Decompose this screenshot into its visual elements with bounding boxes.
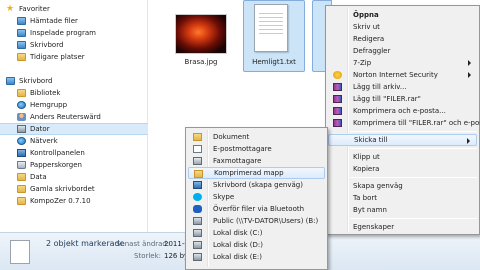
desktop-icon (193, 181, 202, 189)
homegroup-icon (17, 100, 26, 109)
desktop-icon (6, 76, 15, 85)
network-icon (17, 136, 26, 145)
sendto-desktop-shortcut[interactable]: Skrivbord (skapa genväg) (188, 179, 325, 191)
menu-separator (350, 148, 477, 149)
menu-separator (350, 177, 477, 178)
menu-compress-filer-email[interactable]: Komprimera till "FILER.rar" och e-post (328, 117, 480, 129)
navigation-pane: ★ Favoriter Hämtade filer Inspelade prog… (0, 0, 148, 232)
nav-desktop-header[interactable]: Skrivbord (6, 75, 52, 86)
recorded-tv-icon (17, 28, 26, 37)
menu-edit[interactable]: Redigera (328, 33, 477, 45)
menu-7zip[interactable]: 7-Zip (328, 57, 477, 69)
menu-send-to[interactable]: Skicka till (328, 134, 477, 146)
libraries-icon (17, 88, 26, 97)
winrar-icon (333, 95, 342, 103)
context-menu: Öppna Skriv ut Redigera Defraggler 7-Zip… (325, 5, 480, 235)
send-to-submenu: Dokument E-postmottagare Faxmottagare Ko… (185, 127, 328, 270)
text-document-icon[interactable] (254, 4, 288, 52)
sendto-documents[interactable]: Dokument (188, 131, 325, 143)
menu-rename[interactable]: Byt namn (328, 204, 477, 216)
computer-icon (17, 124, 26, 133)
selected-files-icon (10, 240, 30, 264)
user-icon (17, 112, 26, 121)
menu-cut[interactable]: Klipp ut (328, 151, 477, 163)
sendto-mail-recipient[interactable]: E-postmottagare (188, 143, 325, 155)
nav-item-network[interactable]: Nätverk (17, 135, 58, 146)
nav-item-recycle-bin[interactable]: Papperskorgen (17, 159, 82, 170)
nav-item-libraries[interactable]: Bibliotek (17, 87, 60, 98)
menu-separator (350, 218, 477, 219)
menu-delete[interactable]: Ta bort (328, 192, 477, 204)
sendto-drive-e[interactable]: Lokal disk (E:) (188, 251, 325, 263)
winrar-icon (333, 107, 342, 115)
norton-icon (333, 71, 342, 79)
menu-norton[interactable]: Norton Internet Security (328, 69, 477, 81)
size-label: Storlek: (134, 252, 162, 260)
sendto-public-drive[interactable]: Public (\\TV-DATOR\Users) (B:) (188, 215, 325, 227)
nav-item-homegroup[interactable]: Hemgrupp (17, 99, 67, 110)
menu-add-filer-rar[interactable]: Lägg till "FILER.rar" (328, 93, 477, 105)
nav-item-control-panel[interactable]: Kontrollpanelen (17, 147, 85, 158)
sendto-bluetooth[interactable]: Överför filer via Bluetooth (188, 203, 325, 215)
modified-label: Senast ändrad: (116, 240, 170, 248)
bluetooth-icon (193, 205, 202, 213)
recent-places-icon (17, 52, 26, 61)
nav-favorites-header[interactable]: ★ Favoriter (6, 3, 50, 14)
submenu-arrow-icon (467, 138, 470, 144)
menu-defraggler[interactable]: Defraggler (328, 45, 477, 57)
network-drive-icon (193, 217, 202, 225)
nav-item-computer[interactable]: Dator (17, 123, 50, 134)
winrar-icon (333, 119, 342, 127)
downloads-folder-icon (17, 16, 26, 25)
sendto-drive-d[interactable]: Lokal disk (D:) (188, 239, 325, 251)
mail-icon (193, 145, 202, 153)
menu-copy[interactable]: Kopiera (328, 163, 477, 175)
nav-item-downloads[interactable]: Hämtade filer (17, 15, 78, 26)
menu-open[interactable]: Öppna (328, 9, 477, 21)
folder-icon (17, 184, 26, 193)
nav-item-recent-places[interactable]: Tidigare platser (17, 51, 85, 62)
star-icon: ★ (6, 3, 15, 14)
drive-icon (193, 253, 202, 261)
sendto-drive-c[interactable]: Lokal disk (C:) (188, 227, 325, 239)
recycle-bin-icon (17, 160, 26, 169)
submenu-arrow-icon (468, 72, 471, 78)
menu-add-archive[interactable]: Lägg till arkiv... (328, 81, 477, 93)
skype-icon (193, 193, 202, 201)
sendto-compressed-folder[interactable]: Komprimerad mapp (188, 167, 325, 179)
folder-icon (193, 133, 202, 141)
file-label-brasa[interactable]: Brasa.jpg (176, 58, 226, 66)
selection-count: 2 objekt markerade (46, 239, 125, 248)
menu-compress-email[interactable]: Komprimera och e-posta... (328, 105, 477, 117)
nav-item-kompozer[interactable]: KompoZer 0.7.10 (17, 195, 91, 206)
desktop-icon (17, 40, 26, 49)
sendto-skype[interactable]: Skype (188, 191, 325, 203)
fax-icon (193, 157, 202, 165)
folder-icon (17, 196, 26, 205)
winrar-icon (333, 83, 342, 91)
nav-item-recorded-tv[interactable]: Inspelade program (17, 27, 96, 38)
nav-item-data[interactable]: Data (17, 171, 47, 182)
sendto-fax-recipient[interactable]: Faxmottagare (188, 155, 325, 167)
drive-icon (193, 241, 202, 249)
drive-icon (193, 229, 202, 237)
nav-item-desktop-fav[interactable]: Skrivbord (17, 39, 63, 50)
submenu-arrow-icon (468, 60, 471, 66)
file-label-hemligt[interactable]: Hemligt1.txt (244, 58, 304, 66)
folder-icon (17, 172, 26, 181)
nav-item-old-desktop[interactable]: Gamla skrivbordet (17, 183, 95, 194)
menu-create-shortcut[interactable]: Skapa genväg (328, 180, 477, 192)
brasa-thumbnail[interactable] (175, 14, 227, 54)
menu-print[interactable]: Skriv ut (328, 21, 477, 33)
nav-item-user[interactable]: Anders Reuterswärd (17, 111, 101, 122)
control-panel-icon (17, 148, 26, 157)
menu-separator (350, 131, 477, 132)
menu-properties[interactable]: Egenskaper (328, 221, 477, 233)
zip-folder-icon (194, 170, 203, 178)
